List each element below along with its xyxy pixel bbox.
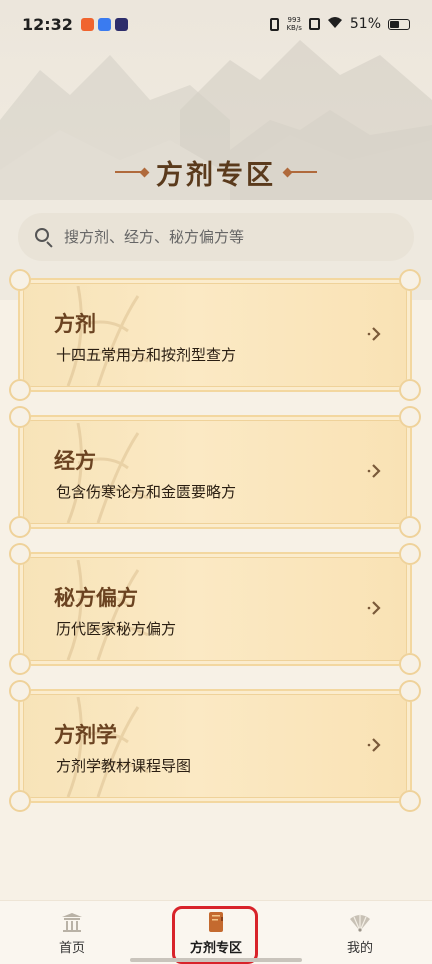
page-header: 方剂专区: [0, 148, 432, 196]
app-notification-icon: [114, 17, 128, 31]
search-input[interactable]: [64, 228, 414, 246]
card-mifang-pianfang[interactable]: 秘方偏方 历代医家秘方偏方: [9, 543, 421, 675]
highlight-annotation: [172, 906, 258, 964]
nav-label: 我的: [346, 940, 373, 956]
net-speed-value: 993: [287, 16, 301, 24]
fan-icon: [350, 913, 370, 932]
app-notification-icon: [80, 17, 94, 31]
vibrate-icon: [270, 17, 280, 31]
battery-fill: [390, 20, 399, 28]
card-description: 包含伤寒论方和金匮要略方: [56, 483, 237, 501]
battery-icon: [388, 18, 410, 30]
card-fangjixue[interactable]: 方剂学 方剂学教材课程导图: [9, 680, 421, 812]
notification-icons: [80, 17, 128, 31]
card-description: 历代医家秘方偏方: [56, 620, 177, 638]
search-bar[interactable]: [18, 213, 414, 261]
card-fangji[interactable]: 方剂 十四五常用方和按剂型查方: [9, 269, 421, 401]
arrow-right-icon: [367, 327, 381, 341]
page-title: 方剂专区: [156, 159, 276, 191]
title-ornament-right: [282, 167, 324, 177]
net-speed: 993 KB/s: [286, 16, 301, 32]
net-speed-unit: KB/s: [286, 24, 302, 32]
nav-item-mine[interactable]: 我的: [300, 901, 420, 964]
card-title: 方剂: [54, 311, 96, 336]
card-jingfang[interactable]: 经方 包含伤寒论方和金匮要略方: [9, 406, 421, 538]
home-indicator: [130, 958, 302, 962]
status-time: 12:32: [22, 14, 73, 34]
battery-percent: 51%: [349, 16, 381, 32]
status-bar: 12:32 993 KB/s 51%: [0, 0, 432, 48]
nav-item-home[interactable]: 首页: [12, 901, 132, 964]
title-ornament-left: [108, 167, 150, 177]
arrow-right-icon: [367, 464, 381, 478]
card-description: 方剂学教材课程导图: [56, 757, 192, 775]
nav-label: 首页: [58, 940, 85, 956]
search-icon: [34, 227, 54, 248]
card-title: 经方: [54, 448, 96, 473]
no-sim-icon: [308, 18, 320, 30]
app-notification-icon: [97, 17, 111, 31]
card-title: 方剂学: [54, 722, 117, 747]
temple-icon: [62, 912, 82, 932]
card-title: 秘方偏方: [54, 585, 138, 610]
card-description: 十四五常用方和按剂型查方: [56, 346, 237, 364]
arrow-right-icon: [367, 601, 381, 615]
wifi-icon: [327, 16, 343, 33]
arrow-right-icon: [367, 738, 381, 752]
